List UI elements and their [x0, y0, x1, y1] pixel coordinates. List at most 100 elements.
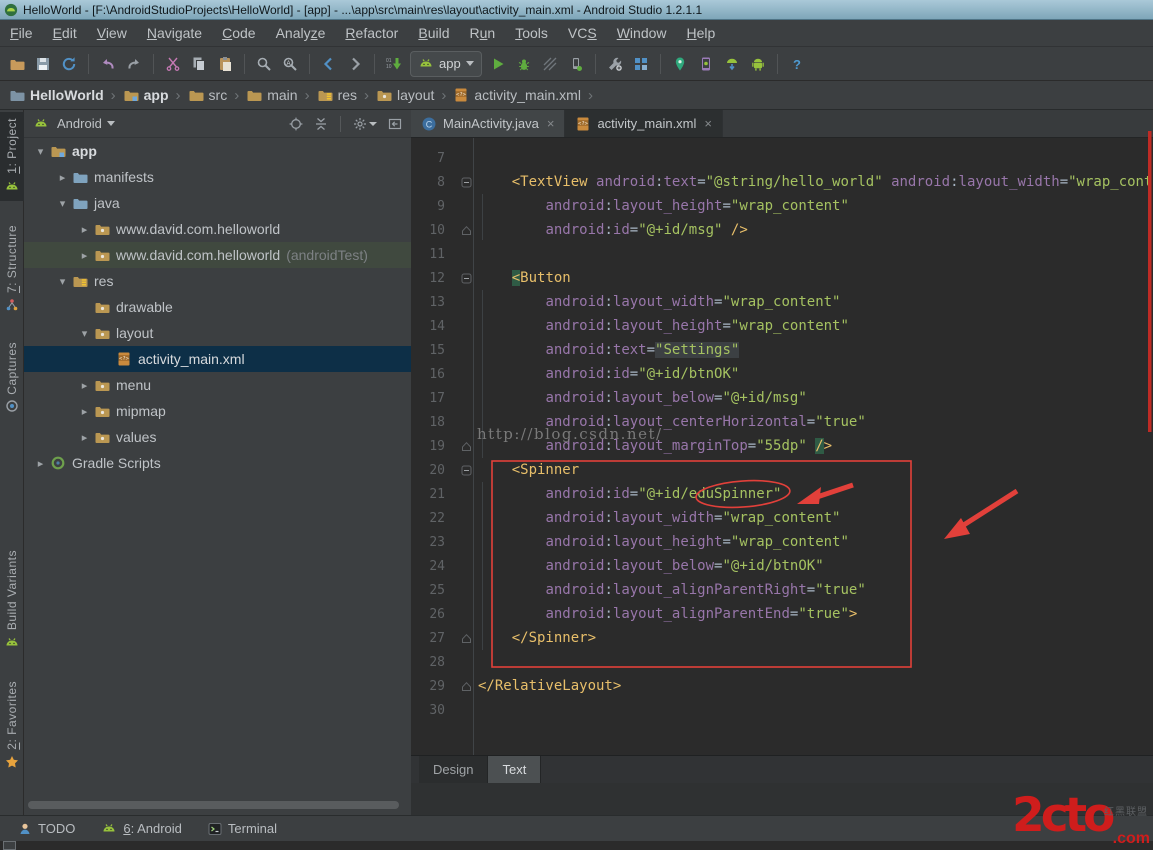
chevron-down-icon[interactable] — [107, 121, 115, 126]
tool-button-build-variants[interactable]: Build Variants — [0, 544, 24, 657]
close-icon[interactable]: × — [547, 116, 555, 131]
toolwindow-toggle-icon[interactable] — [3, 841, 16, 850]
code-line[interactable]: 16 android:id="@+id/btnOK" — [411, 362, 1153, 386]
code-line[interactable]: 7 — [411, 146, 1153, 170]
editor-tab-mainactivity-java[interactable]: CMainActivity.java× — [411, 110, 565, 137]
tree-right-arrow-icon[interactable]: ▸ — [76, 405, 93, 418]
tree-item-app[interactable]: ▾app — [24, 138, 411, 164]
find-icon[interactable] — [251, 51, 277, 77]
code-line[interactable]: 30 — [411, 698, 1153, 722]
redo-icon[interactable] — [121, 51, 147, 77]
code-line[interactable]: 25 android:layout_alignParentRight="true… — [411, 578, 1153, 602]
fold-end-icon[interactable] — [454, 633, 478, 644]
menu-vcs[interactable]: VCS — [558, 25, 607, 41]
locate-file-icon[interactable] — [289, 117, 303, 131]
menu-refactor[interactable]: Refactor — [335, 25, 408, 41]
fold-end-icon[interactable] — [454, 225, 478, 236]
breadcrumb-main[interactable]: main — [243, 87, 300, 103]
code-line[interactable]: 22 android:layout_width="wrap_content" — [411, 506, 1153, 530]
code-line[interactable]: 28 — [411, 650, 1153, 674]
tool-button-1-project[interactable]: 1: Project — [0, 112, 24, 201]
fold-end-icon[interactable] — [454, 441, 478, 452]
breadcrumb-res[interactable]: res — [314, 87, 360, 103]
tree-item-mipmap[interactable]: ▸mipmap — [24, 398, 411, 424]
sync-icon[interactable] — [56, 51, 82, 77]
tree-right-arrow-icon[interactable]: ▸ — [76, 431, 93, 444]
menu-tools[interactable]: Tools — [505, 25, 558, 41]
toolwindow-button-todo[interactable]: TODO — [18, 821, 75, 836]
code-line[interactable]: 26 android:layout_alignParentEnd="true"> — [411, 602, 1153, 626]
tab-text[interactable]: Text — [488, 756, 541, 783]
compile-icon[interactable]: 0110 — [381, 51, 407, 77]
code-line[interactable]: 20 <Spinner — [411, 458, 1153, 482]
attach-icon[interactable] — [563, 51, 589, 77]
code-line[interactable]: 10 android:id="@+id/msg" /> — [411, 218, 1153, 242]
menu-edit[interactable]: Edit — [43, 25, 87, 41]
breadcrumb-activity-main-xml[interactable]: <?>activity_main.xml — [450, 87, 584, 103]
menu-build[interactable]: Build — [408, 25, 459, 41]
breadcrumb-app[interactable]: app — [120, 87, 172, 103]
horizontal-scrollbar[interactable] — [28, 801, 399, 809]
breadcrumb-helloworld[interactable]: HelloWorld — [6, 87, 107, 103]
copy-icon[interactable] — [186, 51, 212, 77]
tree-item-drawable[interactable]: drawable — [24, 294, 411, 320]
tree-right-arrow-icon[interactable]: ▸ — [76, 379, 93, 392]
tree-right-arrow-icon[interactable]: ▸ — [32, 457, 49, 470]
tree-item-www-david-com-helloworld[interactable]: ▸www.david.com.helloworld — [24, 216, 411, 242]
code-line[interactable]: 29</RelativeLayout> — [411, 674, 1153, 698]
menu-code[interactable]: Code — [212, 25, 265, 41]
tool-button-captures[interactable]: Captures — [0, 336, 24, 420]
coverage-icon[interactable] — [537, 51, 563, 77]
avd-manager-icon[interactable] — [745, 51, 771, 77]
tree-right-arrow-icon[interactable]: ▸ — [54, 171, 71, 184]
forward-icon[interactable] — [342, 51, 368, 77]
tree-item-layout[interactable]: ▾layout — [24, 320, 411, 346]
menu-run[interactable]: Run — [460, 25, 506, 41]
breadcrumb-layout[interactable]: layout — [373, 87, 437, 103]
run-config-selector[interactable]: app — [410, 51, 482, 77]
replace-icon[interactable]: A — [277, 51, 303, 77]
code-line[interactable]: 24 android:layout_below="@+id/btnOK" — [411, 554, 1153, 578]
fold-end-icon[interactable] — [454, 681, 478, 692]
code-line[interactable]: 21 android:id="@+id/eduSpinner" — [411, 482, 1153, 506]
fold-start-icon[interactable] — [454, 177, 478, 188]
cut-icon[interactable] — [160, 51, 186, 77]
tab-design[interactable]: Design — [419, 756, 488, 783]
code-editor[interactable]: 78 <TextView android:text="@string/hello… — [411, 138, 1153, 755]
tree-down-arrow-icon[interactable]: ▾ — [54, 197, 71, 210]
undo-icon[interactable] — [95, 51, 121, 77]
tree-item-res[interactable]: ▾res — [24, 268, 411, 294]
code-line[interactable]: 14 android:layout_height="wrap_content" — [411, 314, 1153, 338]
tree-item-values[interactable]: ▸values — [24, 424, 411, 450]
tree-down-arrow-icon[interactable]: ▾ — [32, 145, 49, 158]
tree-right-arrow-icon[interactable]: ▸ — [76, 249, 93, 262]
code-line[interactable]: 27 </Spinner> — [411, 626, 1153, 650]
tree-item-java[interactable]: ▾java — [24, 190, 411, 216]
tree-down-arrow-icon[interactable]: ▾ — [54, 275, 71, 288]
tool-button-7-structure[interactable]: 7: Structure — [0, 219, 24, 318]
menu-analyze[interactable]: Analyze — [266, 25, 336, 41]
debug-icon[interactable] — [511, 51, 537, 77]
tree-down-arrow-icon[interactable]: ▾ — [76, 327, 93, 340]
tree-right-arrow-icon[interactable]: ▸ — [76, 223, 93, 236]
hide-panel-icon[interactable] — [388, 117, 402, 131]
fold-start-icon[interactable] — [454, 465, 478, 476]
help-icon[interactable]: ? — [784, 51, 810, 77]
menu-navigate[interactable]: Navigate — [137, 25, 212, 41]
close-icon[interactable]: × — [704, 116, 712, 131]
sync-gradle-icon[interactable] — [602, 51, 628, 77]
gear-icon[interactable] — [353, 117, 377, 131]
code-line[interactable]: 17 android:layout_below="@+id/msg" — [411, 386, 1153, 410]
menu-help[interactable]: Help — [677, 25, 726, 41]
sdk-manager-icon[interactable] — [719, 51, 745, 77]
code-line[interactable]: 13 android:layout_width="wrap_content" — [411, 290, 1153, 314]
toolwindow-button-terminal[interactable]: Terminal — [208, 821, 277, 836]
menu-file[interactable]: File — [0, 25, 43, 41]
save-icon[interactable] — [30, 51, 56, 77]
tree-item-gradle-scripts[interactable]: ▸Gradle Scripts — [24, 450, 411, 476]
menu-view[interactable]: View — [87, 25, 137, 41]
toolwindow-button-6-android[interactable]: 6: Android — [101, 821, 182, 837]
code-line[interactable]: 12 <Button — [411, 266, 1153, 290]
editor-tab-activity-main-xml[interactable]: <?>activity_main.xml× — [565, 110, 723, 137]
tree-item-activity-main-xml[interactable]: <?>activity_main.xml — [24, 346, 411, 372]
